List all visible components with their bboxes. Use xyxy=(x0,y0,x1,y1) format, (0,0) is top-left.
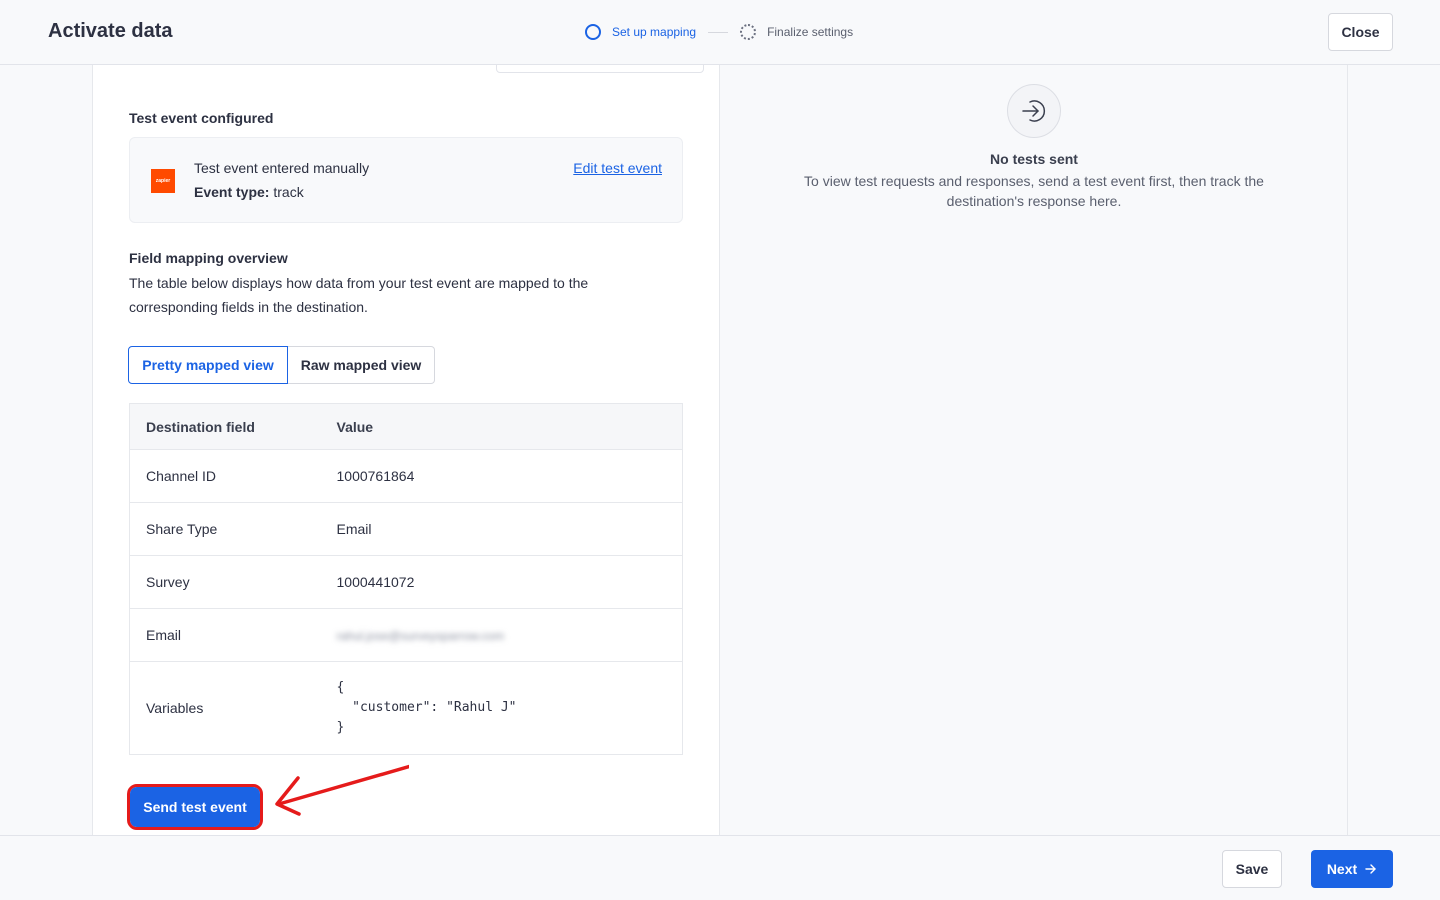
field-mapping-title: Field mapping overview xyxy=(129,250,288,266)
partial-field xyxy=(496,65,704,73)
top-bar: Activate data Set up mapping Finalize se… xyxy=(0,0,1440,65)
step-active-circle-icon xyxy=(585,24,601,40)
table-header-row: Destination field Value xyxy=(129,403,683,450)
save-button[interactable]: Save xyxy=(1222,850,1282,888)
step-finalize-settings[interactable]: Finalize settings xyxy=(767,25,853,39)
test-event-card: zapier Test event entered manually Event… xyxy=(129,137,683,223)
field-name: Share Type xyxy=(129,502,337,556)
event-type-value: track xyxy=(273,184,304,200)
field-value: 1000761864 xyxy=(336,449,683,503)
field-name: Email xyxy=(129,608,337,662)
column-header-destination-field: Destination field xyxy=(129,403,337,450)
arrow-right-icon xyxy=(1365,864,1376,874)
footer-bar: Save Next xyxy=(0,835,1440,900)
no-tests-text: To view test requests and responses, sen… xyxy=(804,173,1264,209)
stepper: Set up mapping Finalize settings xyxy=(585,23,853,41)
mapping-table: Destination field Value Channel ID 10007… xyxy=(129,403,683,755)
mapping-panel: Test event configured zapier Test event … xyxy=(92,65,720,835)
table-row: Email rahul.jose@surveysparrow.com xyxy=(129,608,683,662)
redacted-email: rahul.jose@surveysparrow.com xyxy=(336,629,505,643)
step-pending-circle-icon xyxy=(740,24,757,40)
table-row: Survey 1000441072 xyxy=(129,555,683,609)
annotation-arrow-icon xyxy=(275,764,409,816)
next-button[interactable]: Next xyxy=(1311,850,1393,888)
column-header-value: Value xyxy=(336,403,683,450)
field-name: Channel ID xyxy=(129,449,337,503)
step-set-up-mapping[interactable]: Set up mapping xyxy=(612,25,696,39)
pretty-mapped-view-tab[interactable]: Pretty mapped view xyxy=(128,346,288,384)
field-value: { "customer": "Rahul J" } xyxy=(336,661,683,755)
field-value: Email xyxy=(336,502,683,556)
close-button[interactable]: Close xyxy=(1328,13,1393,51)
field-value: 1000441072 xyxy=(336,555,683,609)
send-test-event-button[interactable]: Send test event xyxy=(130,787,260,827)
page-title: Activate data xyxy=(48,20,173,42)
field-mapping-description: The table below displays how data from y… xyxy=(129,275,589,315)
no-tests-title: No tests sent xyxy=(990,151,1078,167)
next-button-label: Next xyxy=(1326,861,1358,877)
field-name: Survey xyxy=(129,555,337,609)
event-type-label: Event type: xyxy=(194,184,270,200)
test-event-title: Test event configured xyxy=(129,110,274,126)
test-results-panel: No tests sent To view test requests and … xyxy=(720,65,1348,835)
edit-test-event-link[interactable]: Edit test event xyxy=(573,160,662,176)
send-arrow-icon xyxy=(1007,84,1061,138)
test-event-description: Test event entered manually xyxy=(194,160,370,176)
raw-mapped-view-tab[interactable]: Raw mapped view xyxy=(288,346,435,384)
table-row: Variables { "customer": "Rahul J" } xyxy=(129,661,683,755)
zapier-logo-text: zapier xyxy=(155,178,171,184)
field-value-redacted: rahul.jose@surveysparrow.com xyxy=(336,608,683,662)
step-connector xyxy=(708,31,729,33)
table-row: Channel ID 1000761864 xyxy=(129,449,683,503)
event-type: Event type: track xyxy=(194,184,304,200)
table-row: Share Type Email xyxy=(129,502,683,556)
view-toggle: Pretty mapped view Raw mapped view xyxy=(128,346,435,384)
variables-json: { "customer": "Rahul J" } xyxy=(336,680,517,735)
field-name: Variables xyxy=(129,661,337,755)
zapier-logo: zapier xyxy=(151,169,175,193)
